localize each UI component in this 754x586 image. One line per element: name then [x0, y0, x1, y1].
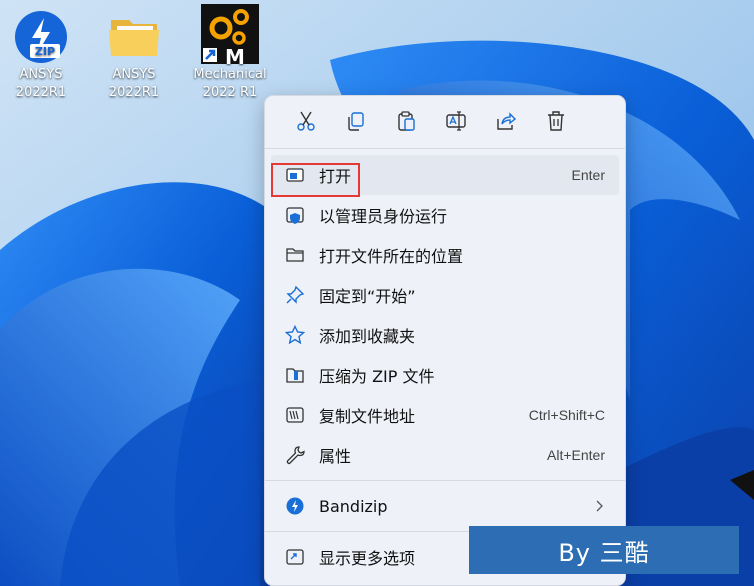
desktop-icon-label: Mechanical 2022 R1 — [193, 67, 267, 100]
star-icon — [285, 325, 305, 345]
desktop-icon-mechanical[interactable]: M Mechanical 2022 R1 — [189, 4, 271, 102]
highlight-box — [271, 163, 360, 197]
desktop-icon-label: ANSYS 2022R1 — [15, 67, 67, 100]
menu-item-label: 显示更多选项 — [319, 549, 416, 568]
copy-icon — [348, 112, 364, 131]
ansys-zip-icon: ZIP — [10, 4, 72, 66]
paste-button[interactable] — [381, 110, 431, 138]
wrench-icon — [286, 446, 305, 465]
menu-item-add-to-favorites[interactable]: 添加到收藏夹 — [265, 315, 625, 355]
rename-icon — [446, 111, 466, 131]
menu-item-label: 以管理员身份运行 — [319, 207, 448, 226]
watermark: By 三酷 — [469, 526, 739, 574]
delete-button[interactable] — [531, 110, 581, 138]
share-button[interactable] — [481, 110, 531, 138]
desktop-icon-folder[interactable]: ANSYS 2022R1 — [93, 4, 175, 102]
cut-icon — [297, 111, 315, 131]
menu-item-label: 添加到收藏夹 — [319, 327, 416, 346]
zip-icon — [286, 368, 304, 383]
rename-button[interactable] — [431, 110, 481, 138]
context-menu-items: 打开 Enter 以管理员身份运行 打开文件所在的位置 固定到“开始” 添加到收… — [265, 155, 625, 577]
menu-divider — [265, 148, 625, 149]
desktop-icon-ansys[interactable]: ZIP ANSYS 2022R1 — [0, 4, 82, 102]
menu-item-shortcut: Ctrl+Shift+C — [528, 407, 605, 423]
menu-item-shortcut: Alt+Enter — [547, 447, 605, 463]
bandizip-icon — [286, 497, 304, 515]
paste-icon — [398, 111, 415, 131]
menu-item-copy-path[interactable]: 复制文件地址 Ctrl+Shift+C — [265, 395, 625, 435]
menu-item-label: 固定到“开始” — [319, 287, 416, 306]
shield-icon — [286, 207, 304, 224]
share-icon — [497, 112, 516, 130]
chevron-right-icon — [596, 500, 603, 512]
mechanical-app-icon: M — [199, 4, 261, 69]
menu-item-label: Bandizip — [319, 496, 388, 516]
delete-icon — [548, 111, 564, 131]
folder-icon — [286, 248, 304, 262]
menu-item-open-location[interactable]: 打开文件所在的位置 — [265, 235, 625, 275]
menu-item-label: 压缩为 ZIP 文件 — [319, 367, 435, 386]
svg-text:ZIP: ZIP — [35, 45, 55, 58]
context-menu-toolbar — [265, 96, 625, 138]
menu-item-run-as-admin[interactable]: 以管理员身份运行 — [265, 195, 625, 235]
menu-item-label: 属性 — [319, 447, 352, 466]
menu-item-properties[interactable]: 属性 Alt+Enter — [265, 435, 625, 475]
more-options-icon — [286, 549, 304, 565]
menu-item-compress-zip[interactable]: 压缩为 ZIP 文件 — [265, 355, 625, 395]
desktop-icon-label: ANSYS 2022R1 — [108, 67, 160, 100]
menu-divider — [265, 480, 625, 481]
copy-path-icon — [286, 407, 304, 423]
pin-icon — [286, 285, 305, 304]
menu-item-pin-to-start[interactable]: 固定到“开始” — [265, 275, 625, 315]
copy-button[interactable] — [331, 110, 381, 138]
menu-item-label: 复制文件地址 — [319, 407, 416, 426]
cut-button[interactable] — [281, 110, 331, 138]
folder-icon — [103, 4, 165, 66]
menu-item-bandizip[interactable]: Bandizip — [265, 486, 625, 526]
svg-text:M: M — [225, 45, 245, 66]
menu-item-label: 打开文件所在的位置 — [319, 247, 464, 266]
menu-item-shortcut: Enter — [571, 167, 605, 183]
